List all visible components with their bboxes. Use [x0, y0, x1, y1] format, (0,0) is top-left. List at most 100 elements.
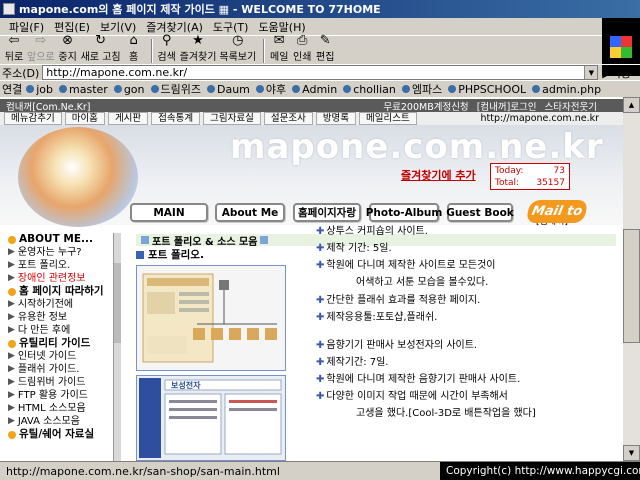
- sidebar-item[interactable]: ▶ JAVA 소스모음: [0, 415, 113, 428]
- link-item[interactable]: 드림위즈: [150, 81, 201, 97]
- toolbar-button[interactable]: ★ 즐겨찾기: [180, 34, 217, 64]
- sidebar-item[interactable]: ▶ HTML 소스모음: [0, 402, 113, 415]
- plus-icon: ✚: [316, 340, 325, 351]
- sidebar-item[interactable]: 유틸리티 가이드: [0, 337, 113, 350]
- sidebar-item[interactable]: ▶ 운영자는 누구?: [0, 246, 113, 259]
- link-label: Admin: [302, 82, 338, 96]
- scroll-thumb[interactable]: [623, 229, 640, 343]
- top-link[interactable]: 무료200MB계정신청: [383, 99, 468, 113]
- go-button[interactable]: ▶이동: [602, 65, 631, 81]
- sidebar-item[interactable]: ABOUT ME...: [0, 233, 113, 246]
- sidebar-item-label: 시작하기전에: [17, 299, 74, 310]
- link-item[interactable]: 엠파스: [401, 81, 442, 97]
- link-label: chollian: [353, 82, 396, 96]
- portfolio-thumbnail-2[interactable]: 보성전자: [136, 375, 286, 461]
- sidebar-item-label: 운영자는 누구?: [17, 247, 82, 258]
- description-line: ✚ 제작응용툴:포토샵,플래쉬.: [316, 309, 437, 326]
- nav-button-main[interactable]: MAIN: [130, 203, 208, 222]
- portfolio-thumbnail-1[interactable]: [136, 265, 286, 371]
- toolbar-button[interactable]: ⎙ 인쇄: [292, 34, 312, 64]
- ie-page-icon: [26, 85, 35, 93]
- site-nav-item[interactable]: 그림자료실: [203, 112, 261, 125]
- toolbar-label: 뒤로: [4, 52, 24, 63]
- mail-to-button[interactable]: Mail to: [525, 200, 589, 223]
- sidebar-scrollbar[interactable]: [113, 233, 121, 461]
- links-label: 연결: [2, 83, 23, 96]
- site-nav-item[interactable]: 게시판: [107, 112, 149, 125]
- site-nav-item[interactable]: 메뉴감추기: [4, 112, 62, 125]
- nav-button-photo-album[interactable]: Photo-Album: [366, 203, 442, 222]
- link-label: gon: [123, 82, 145, 96]
- page-scrollbar[interactable]: ▲ ▼: [623, 97, 640, 461]
- toolbar-label: 목록보기: [219, 52, 257, 63]
- sidebar-item[interactable]: ▶ 시작하기전에: [0, 298, 113, 311]
- menu-item[interactable]: 도구(T): [208, 19, 254, 35]
- sidebar-item[interactable]: ▶ FTP 활용 가이드: [0, 389, 113, 402]
- comnekr-link[interactable]: 컴내꺼[Com.Ne.Kr]: [6, 99, 90, 113]
- toolbar-label: 홈: [128, 52, 139, 63]
- sidebar-item[interactable]: ▶ 포트 폴리오.: [0, 259, 113, 272]
- link-item[interactable]: job: [26, 83, 53, 96]
- toolbar-button[interactable]: ⊗ 중지: [58, 34, 78, 64]
- site-url: http://mapone.com.ne.kr: [480, 113, 599, 124]
- ie-page-icon: [292, 85, 301, 93]
- nav-button--[interactable]: 홈페이지자랑: [293, 203, 361, 222]
- toolbar-label: 편집: [316, 52, 335, 63]
- link-item[interactable]: Daum: [207, 83, 250, 96]
- link-item[interactable]: Admin: [292, 83, 337, 96]
- ie-page-icon: [59, 85, 68, 93]
- link-item[interactable]: admin.php: [532, 83, 601, 96]
- site-nav-item[interactable]: 마이홈: [64, 112, 105, 125]
- link-item[interactable]: gon: [113, 82, 145, 96]
- nav-button-about-me[interactable]: About Me: [215, 203, 285, 222]
- site-nav: 메뉴감추기 마이홈 게시판 접속통계 그림자료실 설문조사 방명록 메일리스트 http://m…: [0, 112, 623, 125]
- toolbar-label: 검색: [157, 52, 176, 63]
- toolbar-separator: [263, 39, 266, 63]
- sidebar-item[interactable]: ▶ 장애인 관련정보: [0, 272, 113, 285]
- status-url: http://mapone.com.ne.kr/san-shop/san-mai…: [6, 464, 280, 478]
- toolbar-button[interactable]: ✉ 메일: [269, 34, 289, 64]
- chevron-down-icon[interactable]: ▼: [584, 66, 598, 79]
- sidebar-item[interactable]: ▶ 드림위버 가이드: [0, 376, 113, 389]
- description-line: ✚ 학원에 다니며 제작한 음향기기 판매사 사이트.: [316, 371, 520, 388]
- site-nav-item[interactable]: 접속통계: [151, 112, 201, 125]
- link-item[interactable]: master: [59, 83, 108, 96]
- sidebar-item[interactable]: ▶ 유용한 정보: [0, 311, 113, 324]
- toolbar-button[interactable]: ⇨ 앞으로: [27, 34, 55, 64]
- search-icon: ⚲: [161, 33, 172, 48]
- scroll-up-icon[interactable]: ▲: [623, 97, 640, 113]
- sidebar-item[interactable]: ▶ 플래쉬 가이드.: [0, 363, 113, 376]
- sidebar-item[interactable]: ▶ 다 만든 후에: [0, 324, 113, 337]
- link-item[interactable]: chollian: [343, 83, 396, 96]
- link-item[interactable]: PHPSCHOOL: [448, 83, 526, 96]
- description-line: ✚ 제작 기간: 5일.: [316, 240, 392, 257]
- scroll-down-icon[interactable]: ▼: [623, 445, 640, 461]
- back-icon: ⇦: [8, 33, 20, 48]
- sidebar-item[interactable]: ▶ 인터넷 가이드: [0, 350, 113, 363]
- nav-button-guest-book[interactable]: Guest Book: [446, 203, 514, 222]
- arrow-icon: ▶: [8, 247, 15, 257]
- toolbar-button[interactable]: ◷ 목록보기: [219, 34, 257, 64]
- top-link[interactable]: 스타자전웃기: [545, 99, 597, 113]
- ie-icon: [3, 3, 15, 15]
- ie-page-icon: [207, 85, 215, 93]
- toolbar-label: 중지: [58, 52, 77, 63]
- toolbar-button[interactable]: ⌂ 홈: [124, 34, 144, 64]
- toolbar-button[interactable]: ↻ 새로 고침: [81, 34, 121, 64]
- link-label: job: [36, 82, 54, 96]
- ie-page-icon: [401, 85, 410, 93]
- add-favorite-link[interactable]: 즐겨찾기에 추가: [401, 167, 476, 183]
- sidebar-item[interactable]: 유틸/쉐어 자료실: [0, 428, 113, 441]
- toolbar-button[interactable]: ⚲ 검색: [157, 33, 177, 64]
- toolbar-button[interactable]: ✎ 편집: [315, 34, 335, 64]
- arrow-icon: ▶: [8, 299, 15, 309]
- site-nav-item[interactable]: 방명록: [315, 112, 357, 125]
- site-nav-item[interactable]: 메일리스트: [359, 112, 417, 125]
- sidebar-item[interactable]: 홈 페이지 따라하기: [0, 285, 113, 298]
- arrow-icon: ▶: [8, 273, 15, 283]
- toolbar-button[interactable]: ⇦ 뒤로: [4, 33, 24, 64]
- site-nav-item[interactable]: 설문조사: [263, 112, 313, 125]
- top-link[interactable]: [컴내꺼]로그인: [477, 99, 537, 113]
- address-input[interactable]: http://mapone.com.ne.kr/ ▼: [42, 65, 599, 80]
- link-item[interactable]: 야후: [255, 81, 286, 97]
